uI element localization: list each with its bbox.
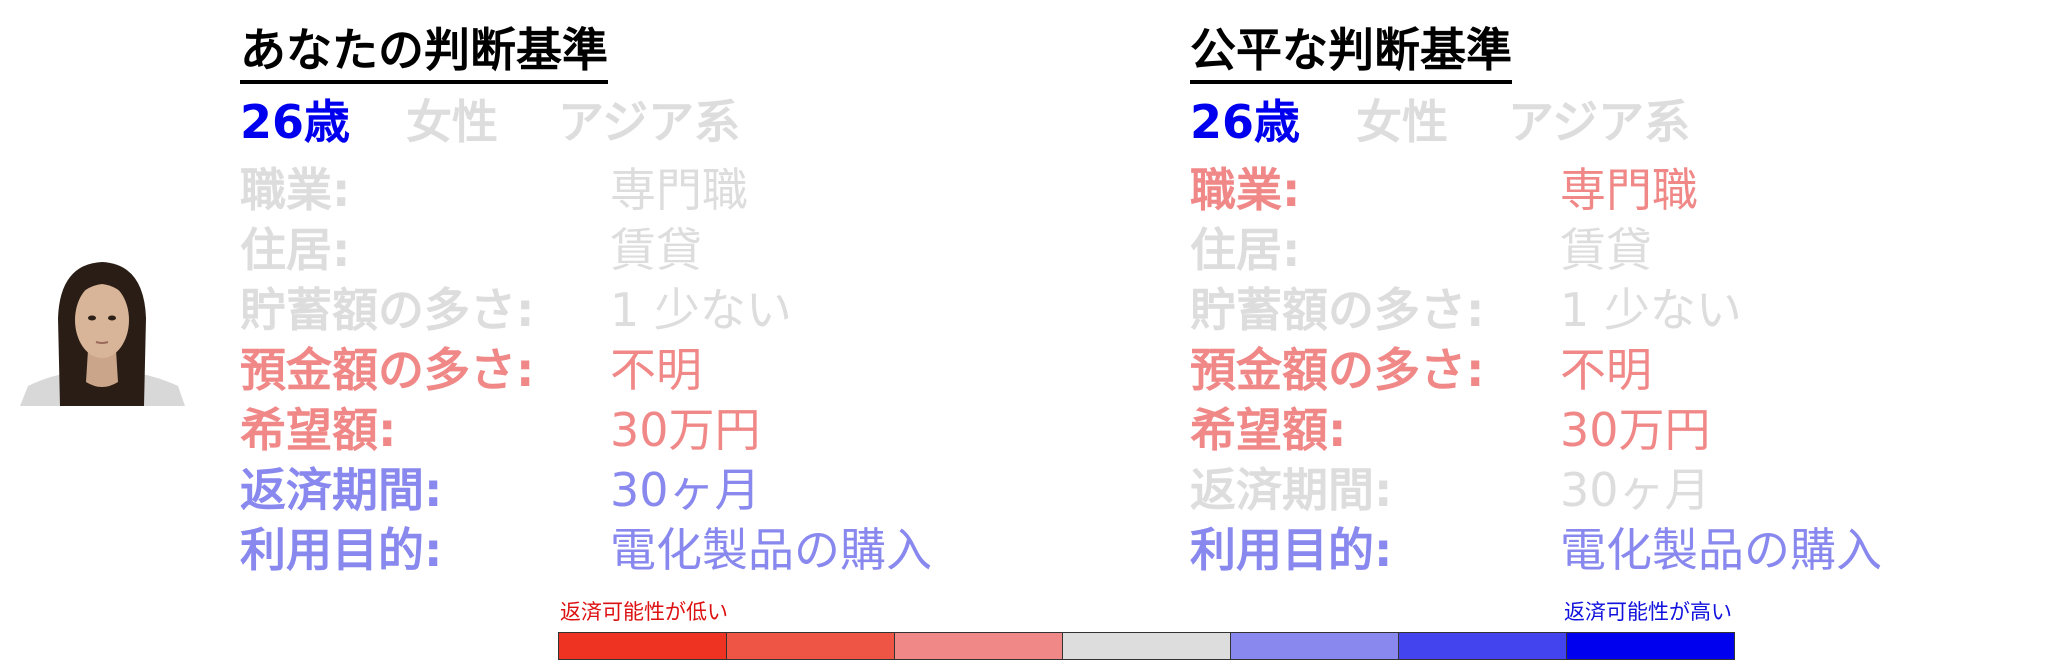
criteria-list: 職業: 専門職住居: 賃貸貯蓄額の多さ: 1 少ない預金額の多さ: 不明希望額: 30万円… bbox=[1190, 160, 2010, 580]
criteria-label: 預金額の多さ: bbox=[1190, 343, 1485, 397]
criteria-label: 返済期間: bbox=[240, 463, 443, 517]
gender: 女性 bbox=[1356, 95, 1448, 149]
criteria-value: 不明 bbox=[610, 343, 702, 397]
criteria-row: 利用目的: 電化製品の購入 bbox=[1190, 520, 2010, 580]
fair-criteria-panel: 公平な判断基準 26歳 女性 アジア系 職業: 専門職住居: 賃貸貯蓄額の多さ: 1 少な… bbox=[1190, 20, 2010, 580]
legend-high-label: 返済可能性が高い bbox=[1564, 600, 1732, 624]
criteria-value: 30万円 bbox=[1560, 403, 1711, 457]
person-photo-icon bbox=[20, 262, 185, 406]
criteria-value: 不明 bbox=[1560, 343, 1652, 397]
legend-low-label: 返済可能性が低い bbox=[560, 600, 728, 624]
criteria-value: 1 少ない bbox=[610, 283, 792, 337]
criteria-value: 1 少ない bbox=[1560, 283, 1742, 337]
scale-segment bbox=[1399, 633, 1567, 659]
criteria-value: 賃貸 bbox=[610, 223, 702, 277]
color-scale bbox=[558, 632, 1735, 660]
criteria-value: 30ヶ月 bbox=[610, 463, 761, 517]
criteria-label: 貯蓄額の多さ: bbox=[1190, 283, 1485, 337]
your-criteria-panel: あなたの判断基準 26歳 女性 アジア系 職業: 専門職住居: 賃貸貯蓄額の多さ: 1 少… bbox=[240, 20, 1060, 580]
criteria-value: 専門職 bbox=[1560, 163, 1698, 217]
scale-segment bbox=[727, 633, 895, 659]
criteria-label: 利用目的: bbox=[1190, 523, 1393, 577]
panel-title: あなたの判断基準 bbox=[240, 20, 608, 84]
criteria-value: 賃貸 bbox=[1560, 223, 1652, 277]
criteria-row: 住居: 賃貸 bbox=[1190, 220, 2010, 280]
criteria-row: 返済期間: 30ヶ月 bbox=[1190, 460, 2010, 520]
demographics: 26歳 女性 アジア系 bbox=[1190, 92, 2010, 160]
criteria-label: 住居: bbox=[1190, 223, 1301, 277]
panel-title: 公平な判断基準 bbox=[1190, 20, 1512, 84]
criteria-row: 希望額: 30万円 bbox=[1190, 400, 2010, 460]
criteria-row: 利用目的: 電化製品の購入 bbox=[240, 520, 1060, 580]
scale-segment bbox=[1231, 633, 1399, 659]
criteria-row: 職業: 専門職 bbox=[1190, 160, 2010, 220]
criteria-label: 返済期間: bbox=[1190, 463, 1393, 517]
scale-segment bbox=[1063, 633, 1231, 659]
scale-segment bbox=[559, 633, 727, 659]
criteria-row: 貯蓄額の多さ: 1 少ない bbox=[1190, 280, 2010, 340]
criteria-row: 職業: 専門職 bbox=[240, 160, 1060, 220]
criteria-label: 預金額の多さ: bbox=[240, 343, 535, 397]
ethnicity: アジア系 bbox=[1508, 95, 1691, 149]
criteria-value: 30ヶ月 bbox=[1560, 463, 1711, 517]
criteria-label: 希望額: bbox=[1190, 403, 1347, 457]
criteria-row: 返済期間: 30ヶ月 bbox=[240, 460, 1060, 520]
criteria-list: 職業: 専門職住居: 賃貸貯蓄額の多さ: 1 少ない預金額の多さ: 不明希望額: 30万円… bbox=[240, 160, 1060, 580]
ethnicity: アジア系 bbox=[558, 95, 741, 149]
criteria-label: 貯蓄額の多さ: bbox=[240, 283, 535, 337]
criteria-value: 電化製品の購入 bbox=[610, 523, 932, 577]
age: 26歳 bbox=[240, 95, 351, 149]
scale-segment bbox=[895, 633, 1063, 659]
criteria-label: 希望額: bbox=[240, 403, 397, 457]
criteria-value: 専門職 bbox=[610, 163, 748, 217]
criteria-row: 預金額の多さ: 不明 bbox=[240, 340, 1060, 400]
criteria-value: 30万円 bbox=[610, 403, 761, 457]
gender: 女性 bbox=[406, 95, 498, 149]
demographics: 26歳 女性 アジア系 bbox=[240, 92, 1060, 160]
criteria-value: 電化製品の購入 bbox=[1560, 523, 1882, 577]
criteria-label: 利用目的: bbox=[240, 523, 443, 577]
criteria-row: 貯蓄額の多さ: 1 少ない bbox=[240, 280, 1060, 340]
criteria-row: 預金額の多さ: 不明 bbox=[1190, 340, 2010, 400]
criteria-label: 職業: bbox=[1190, 163, 1301, 217]
scale-segment bbox=[1567, 633, 1734, 659]
criteria-label: 住居: bbox=[240, 223, 351, 277]
criteria-row: 希望額: 30万円 bbox=[240, 400, 1060, 460]
age: 26歳 bbox=[1190, 95, 1301, 149]
criteria-row: 住居: 賃貸 bbox=[240, 220, 1060, 280]
criteria-label: 職業: bbox=[240, 163, 351, 217]
